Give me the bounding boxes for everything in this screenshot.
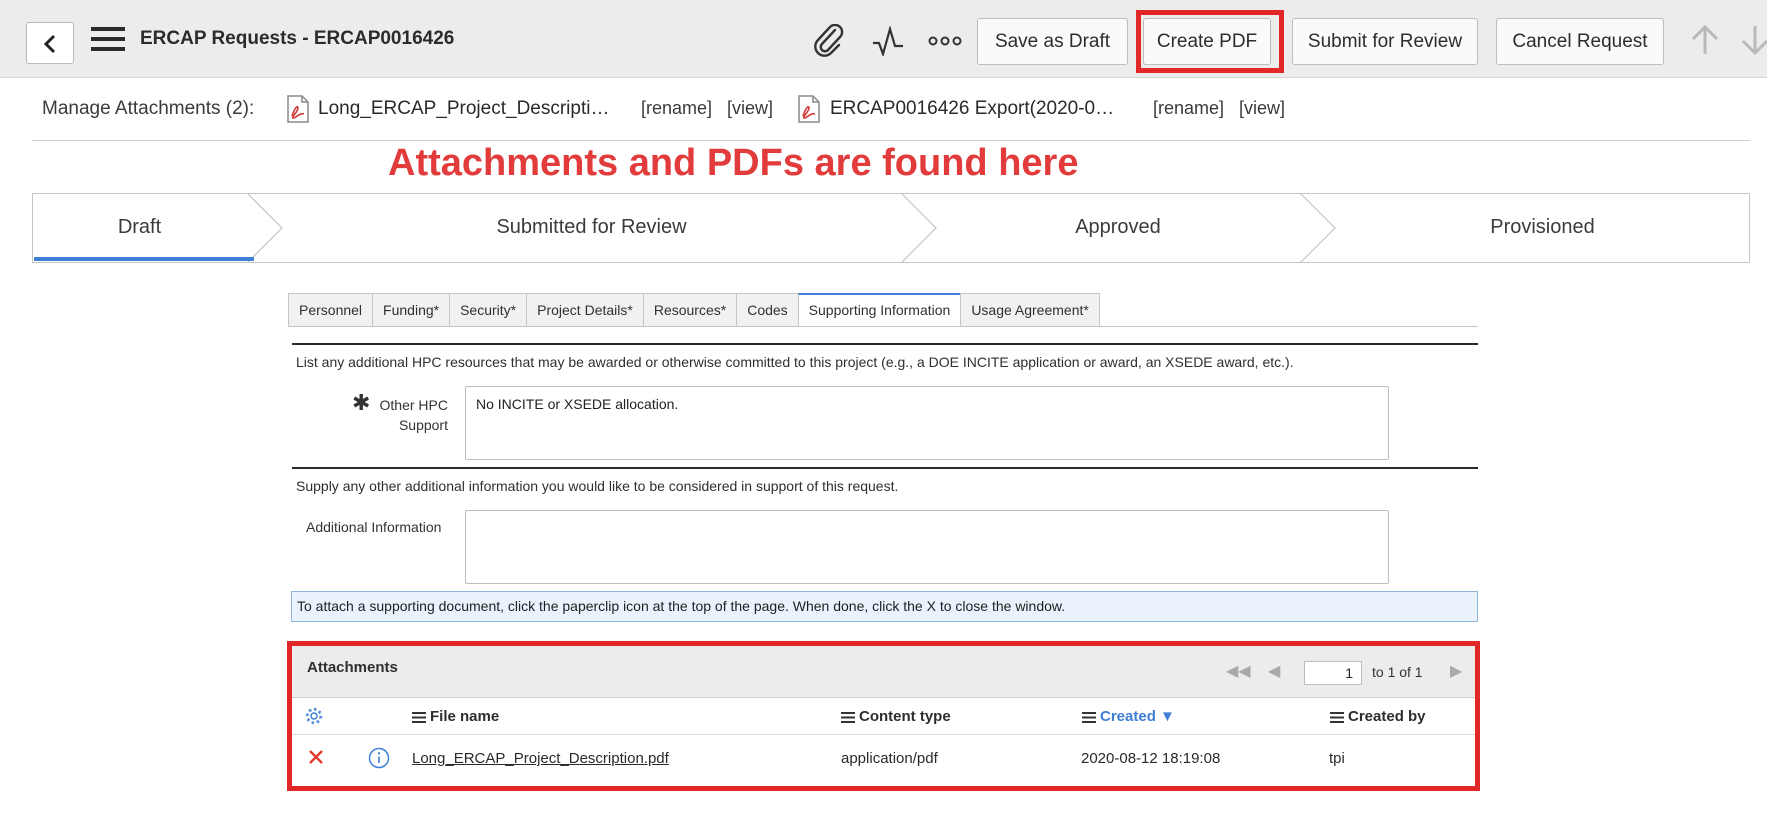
other-hpc-label-line2: Support [398, 417, 448, 433]
record-title: ERCAP Requests - ERCAP0016426 [140, 28, 455, 49]
other-hpc-label: Other HPC Support [360, 395, 448, 435]
other-hpc-support-field[interactable]: No INCITE or XSEDE allocation. [465, 386, 1389, 460]
other-hpc-label-line1: Other HPC [379, 397, 448, 413]
info-message: To attach a supporting document, click t… [291, 591, 1478, 622]
tab-personnel[interactable]: Personnel [288, 293, 373, 327]
stage-progress: Draft Submitted for Review Approved Prov… [32, 193, 1750, 263]
divider [32, 140, 1750, 141]
save-as-draft-button[interactable]: Save as Draft [977, 18, 1128, 65]
hamburger-menu-icon[interactable] [91, 27, 125, 51]
tab-resources[interactable]: Resources* [642, 293, 737, 327]
section-instructions: List any additional HPC resources that m… [296, 354, 1294, 370]
tab-supporting-information[interactable]: Supporting Information [797, 293, 961, 327]
tab-baseline [288, 326, 1478, 327]
active-stage-indicator [34, 257, 254, 261]
tab-usage-agreement[interactable]: Usage Agreement* [960, 293, 1100, 327]
manage-attachments-bar: Manage Attachments (2): Long_ERCAP_Proje… [0, 80, 1767, 140]
tab-funding[interactable]: Funding* [372, 293, 450, 327]
arrow-up-icon[interactable] [1690, 24, 1720, 56]
back-chevron-icon [43, 34, 56, 54]
pdf-file-icon [287, 95, 309, 123]
arrow-down-icon[interactable] [1740, 24, 1767, 56]
view-link[interactable]: [view] [727, 98, 773, 119]
stage-provisioned[interactable]: Provisioned [1335, 216, 1750, 239]
attachment-name[interactable]: Long_ERCAP_Project_Descripti… [318, 98, 609, 120]
tab-security[interactable]: Security* [449, 293, 527, 327]
more-options-icon[interactable] [928, 36, 962, 46]
cancel-request-button[interactable]: Cancel Request [1496, 18, 1664, 65]
manage-attachments-label: Manage Attachments (2): [42, 98, 255, 119]
section-divider [292, 467, 1478, 469]
tab-project-details[interactable]: Project Details* [526, 293, 643, 327]
additional-information-label: Additional Information [306, 519, 442, 535]
rename-link[interactable]: [rename] [1153, 98, 1224, 119]
submit-for-review-button[interactable]: Submit for Review [1292, 18, 1478, 65]
activity-icon[interactable] [872, 26, 904, 56]
paperclip-icon[interactable] [813, 24, 845, 58]
view-link[interactable]: [view] [1239, 98, 1285, 119]
back-button[interactable] [26, 22, 74, 64]
form-header: ERCAP Requests - ERCAP0016426 Save as Dr… [0, 0, 1767, 78]
section-instructions: Supply any other additional information … [296, 478, 899, 494]
attachments-highlight [287, 641, 1480, 791]
pdf-file-icon [798, 95, 820, 123]
stage-draft[interactable]: Draft [32, 216, 247, 239]
section-tabs: Personnel Funding* Security* Project Det… [288, 293, 1100, 327]
additional-information-field[interactable] [465, 510, 1389, 584]
tab-codes[interactable]: Codes [736, 293, 798, 327]
rename-link[interactable]: [rename] [641, 98, 712, 119]
create-pdf-highlight [1136, 10, 1284, 73]
stage-submitted-for-review[interactable]: Submitted for Review [282, 216, 901, 239]
annotation-text: Attachments and PDFs are found here [388, 142, 1079, 184]
attachment-name[interactable]: ERCAP0016426 Export(2020-0… [830, 98, 1114, 120]
stage-approved[interactable]: Approved [936, 216, 1300, 239]
section-divider [292, 343, 1478, 345]
